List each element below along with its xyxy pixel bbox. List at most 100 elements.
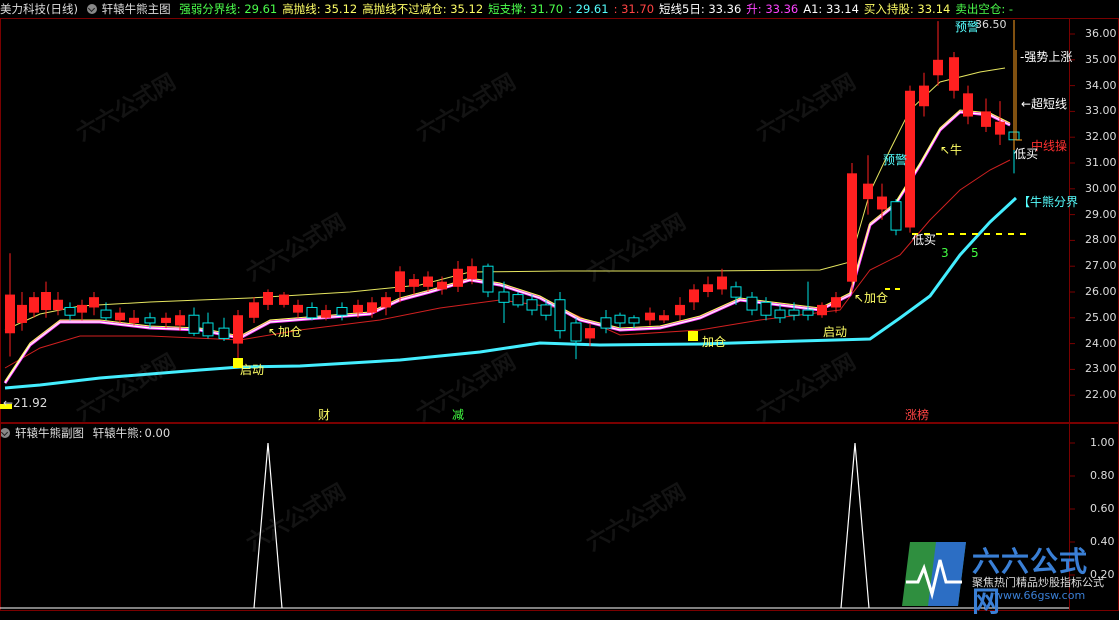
candle-body xyxy=(249,302,259,318)
candle-body xyxy=(995,121,1005,135)
candle-body xyxy=(774,309,786,319)
candle-body xyxy=(53,299,63,311)
candle-body xyxy=(409,279,419,287)
candle-body xyxy=(760,301,772,316)
logo-icon xyxy=(902,542,966,606)
candle-body xyxy=(321,310,331,318)
candlestick-chart[interactable] xyxy=(0,0,1119,611)
candle-body xyxy=(202,322,214,337)
candle-body xyxy=(817,304,827,316)
candle-body xyxy=(600,317,612,329)
candle-body xyxy=(279,294,289,305)
main-line-white xyxy=(4,111,1011,384)
candle-body xyxy=(77,304,87,313)
candle-body xyxy=(453,268,463,287)
add-position-label-1: ↖加仓 xyxy=(268,325,303,339)
candle-body xyxy=(144,317,156,324)
candle-body xyxy=(395,271,405,292)
start-label-1: 启动 xyxy=(240,363,265,377)
count-3: 3 xyxy=(941,246,949,260)
candle-body xyxy=(367,302,377,313)
warn-label-top: 预警 xyxy=(955,20,980,34)
candle-body xyxy=(233,315,243,344)
add-position-label-2: ↖加仓 xyxy=(854,291,889,305)
candle-body xyxy=(467,266,477,280)
sub-tick: 0.60 xyxy=(1090,502,1115,515)
price-tick: 36.00 xyxy=(1085,27,1117,40)
candle-body xyxy=(89,297,99,308)
price-tick: 27.00 xyxy=(1085,259,1117,273)
price-tick: 26.00 xyxy=(1085,285,1117,298)
candle-body xyxy=(306,306,318,319)
candle-body xyxy=(526,299,538,311)
logo-url: www.66gsw.com xyxy=(994,589,1086,602)
candle-body xyxy=(100,309,112,319)
sub-tick: 0.80 xyxy=(1090,469,1115,482)
candle-body xyxy=(703,284,713,292)
candle-body xyxy=(41,292,51,311)
candle-body xyxy=(863,183,873,200)
strong-rise-label: -强势上涨 xyxy=(1020,50,1073,64)
candle-body xyxy=(788,309,800,316)
signal-spike xyxy=(840,442,870,609)
low-buy-label-right: 低买 xyxy=(1014,147,1039,161)
candle-body xyxy=(353,304,363,313)
candle-body xyxy=(831,297,841,308)
candle-body xyxy=(746,296,758,311)
event-finance[interactable]: 财 xyxy=(318,406,330,423)
stock-chart-window: 美力科技(日线) 轩辕牛熊主图 强弱分界线: 29.61 高抛线: 35.12 高抛… xyxy=(0,0,1119,618)
candle-body xyxy=(64,306,76,316)
high-price-marker: 36.50 xyxy=(975,18,1007,31)
price-tick: 23.00 xyxy=(1085,362,1117,376)
price-tick: 24.00 xyxy=(1085,336,1117,350)
price-tick: 22.00 xyxy=(1085,388,1117,402)
candle-body xyxy=(161,317,171,323)
candle-body xyxy=(263,292,273,305)
price-tick: 29.00 xyxy=(1085,207,1117,221)
candle-body xyxy=(659,315,669,321)
candle-body xyxy=(802,309,814,316)
candle-body xyxy=(963,93,973,117)
candle-body xyxy=(423,276,433,287)
count-5: 5 xyxy=(971,246,979,260)
candle-body xyxy=(614,314,626,324)
candle-body xyxy=(293,304,303,313)
candle-body xyxy=(890,201,902,231)
candle-body xyxy=(933,59,943,76)
logo-subtitle: 聚焦热门精品炒股指标公式 xyxy=(972,576,1104,589)
event-limitup[interactable]: 涨榜 xyxy=(905,406,929,423)
candle-body xyxy=(919,85,929,107)
start-label-2: 启动 xyxy=(823,325,848,339)
candle-body xyxy=(585,328,595,339)
event-reduce[interactable]: 减 xyxy=(452,406,464,423)
candle-body xyxy=(5,294,15,334)
price-tick: 34.00 xyxy=(1085,78,1117,92)
price-tick: 25.00 xyxy=(1085,310,1117,324)
candle-body xyxy=(981,111,991,127)
candle-body xyxy=(689,289,699,303)
price-tick: 32.00 xyxy=(1085,130,1117,144)
candle-body xyxy=(512,294,524,306)
candle-body xyxy=(645,312,655,321)
low-buy-label-mid: 低买 xyxy=(912,233,937,247)
candle-body xyxy=(675,304,685,316)
candle-body xyxy=(29,297,39,313)
signal-square xyxy=(688,331,698,341)
price-tick: 33.00 xyxy=(1085,104,1117,118)
candle-body xyxy=(949,57,959,91)
candle-body xyxy=(175,315,185,326)
candle-body xyxy=(717,276,727,290)
candle-body xyxy=(129,317,139,323)
candle-body xyxy=(498,291,510,303)
candle-body xyxy=(17,304,27,323)
candle-body xyxy=(877,196,887,210)
candle-body xyxy=(381,297,391,308)
price-tick: 35.00 xyxy=(1085,52,1117,66)
candle-body xyxy=(628,317,640,324)
candle-body xyxy=(730,286,742,298)
candle-body xyxy=(188,314,200,334)
bull-label: ↖牛 xyxy=(940,143,963,157)
main-line-magenta xyxy=(3,110,1011,384)
warn-label-mid: 预警 xyxy=(883,153,908,167)
candle-body xyxy=(115,312,125,321)
